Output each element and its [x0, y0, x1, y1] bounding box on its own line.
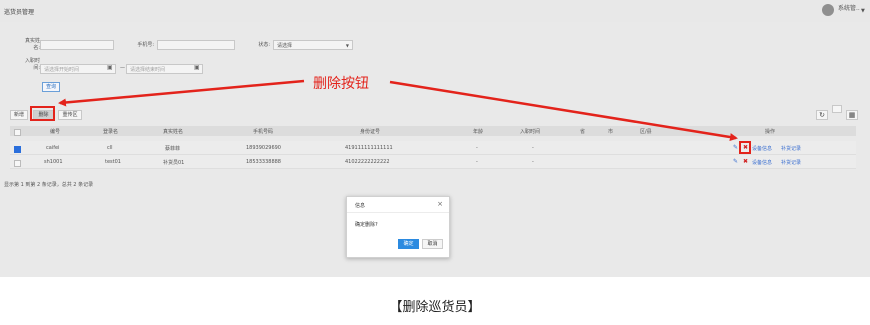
annotation-label: 删除按钮	[313, 76, 369, 92]
screenshot-area: 巡货员管理 系统管.. ▼ 真实姓 名: 手机号: 状态: 请选择 ▼ 入职时 …	[0, 0, 870, 277]
dialog-message: 确定删除?	[355, 222, 378, 228]
arrow-to-delete-button	[58, 79, 305, 107]
dialog-divider	[347, 212, 449, 213]
dialog-title: 信息	[355, 203, 366, 209]
figure-caption: 【删除巡货员】	[389, 300, 481, 315]
arrow-to-delete-icon	[389, 80, 738, 141]
confirm-dialog: 信息 × 确定删除? 确定 取消	[346, 196, 450, 258]
close-icon[interactable]: ×	[437, 200, 443, 208]
confirm-button[interactable]: 确定	[398, 239, 419, 249]
cancel-button[interactable]: 取消	[422, 239, 443, 249]
